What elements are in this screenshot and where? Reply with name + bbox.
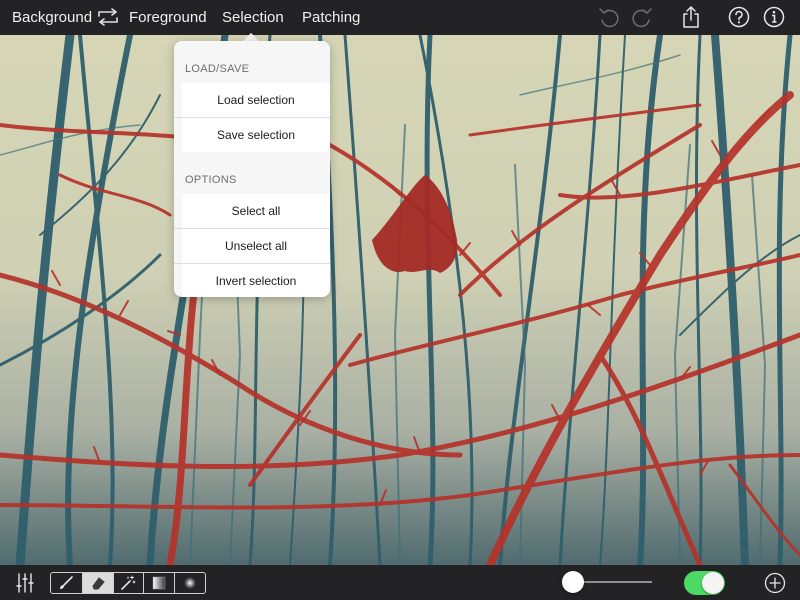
tab-foreground[interactable]: Foreground (129, 0, 207, 35)
help-icon[interactable] (727, 5, 751, 29)
add-icon[interactable] (764, 572, 786, 594)
canvas-image (0, 35, 800, 565)
save-selection-item[interactable]: Save selection (174, 117, 330, 152)
sliders-icon[interactable] (14, 572, 36, 594)
bottom-toolbar (0, 565, 800, 600)
options-group: Select all Unselect all Invert selection (174, 194, 330, 297)
photo-canvas[interactable] (0, 35, 800, 565)
redo-icon[interactable] (630, 5, 654, 29)
section-header-load-save: LOAD/SAVE (185, 63, 250, 75)
magic-wand-icon (121, 575, 136, 590)
overlay-toggle-knob (702, 572, 724, 594)
brush-tool-button[interactable] (51, 573, 82, 593)
tab-background[interactable]: Background (12, 0, 92, 35)
selection-menu: LOAD/SAVE Load selection Save selection … (174, 41, 330, 297)
tab-patching[interactable]: Patching (302, 0, 360, 35)
unselect-all-item[interactable]: Unselect all (174, 228, 330, 263)
load-save-group: Load selection Save selection (174, 83, 330, 152)
section-header-options: OPTIONS (185, 174, 237, 186)
select-all-item[interactable]: Select all (174, 194, 330, 228)
undo-icon[interactable] (597, 5, 621, 29)
eraser-icon (92, 577, 105, 590)
swap-arrows-icon[interactable] (96, 7, 120, 27)
eraser-tool-button[interactable] (81, 573, 113, 593)
overlay-toggle[interactable] (684, 571, 725, 595)
gradient-tool-button[interactable] (143, 573, 174, 593)
selection-tool-group (50, 572, 206, 594)
radial-gradient-icon (184, 577, 197, 589)
info-icon[interactable] (762, 5, 786, 29)
load-selection-item[interactable]: Load selection (174, 83, 330, 117)
brush-size-slider-thumb[interactable] (562, 571, 584, 593)
brush-icon (60, 576, 74, 589)
invert-selection-item[interactable]: Invert selection (174, 263, 330, 297)
radial-gradient-tool-button[interactable] (174, 573, 205, 593)
gradient-icon (153, 576, 166, 590)
magic-wand-tool-button[interactable] (112, 573, 144, 593)
tab-selection[interactable]: Selection (222, 0, 284, 35)
share-icon[interactable] (679, 5, 703, 29)
top-toolbar: Background Foreground Selection Patching (0, 0, 800, 35)
